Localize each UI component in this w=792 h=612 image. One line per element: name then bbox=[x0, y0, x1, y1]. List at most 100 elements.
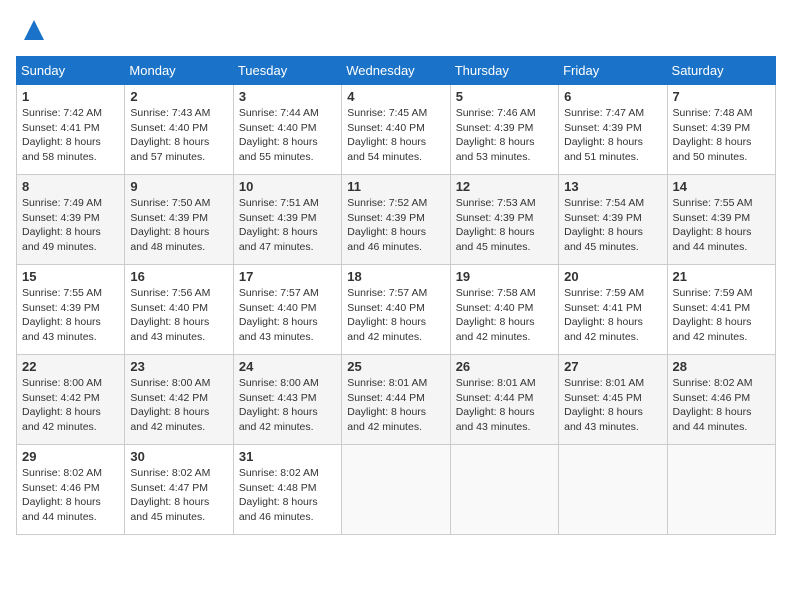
day-number: 10 bbox=[239, 179, 336, 194]
calendar-cell: 23 Sunrise: 8:00 AMSunset: 4:42 PMDaylig… bbox=[125, 355, 233, 445]
column-header-sunday: Sunday bbox=[17, 57, 125, 85]
calendar-cell: 19 Sunrise: 7:58 AMSunset: 4:40 PMDaylig… bbox=[450, 265, 558, 355]
calendar-cell: 26 Sunrise: 8:01 AMSunset: 4:44 PMDaylig… bbox=[450, 355, 558, 445]
calendar-cell: 16 Sunrise: 7:56 AMSunset: 4:40 PMDaylig… bbox=[125, 265, 233, 355]
day-number: 8 bbox=[22, 179, 119, 194]
calendar-cell: 14 Sunrise: 7:55 AMSunset: 4:39 PMDaylig… bbox=[667, 175, 775, 265]
day-number: 6 bbox=[564, 89, 661, 104]
calendar-cell bbox=[450, 445, 558, 535]
day-info: Sunrise: 8:02 AMSunset: 4:46 PMDaylight:… bbox=[22, 467, 102, 523]
calendar-cell: 5 Sunrise: 7:46 AMSunset: 4:39 PMDayligh… bbox=[450, 85, 558, 175]
day-info: Sunrise: 7:50 AMSunset: 4:39 PMDaylight:… bbox=[130, 197, 210, 253]
calendar-cell: 8 Sunrise: 7:49 AMSunset: 4:39 PMDayligh… bbox=[17, 175, 125, 265]
day-info: Sunrise: 7:46 AMSunset: 4:39 PMDaylight:… bbox=[456, 107, 536, 163]
calendar-cell: 6 Sunrise: 7:47 AMSunset: 4:39 PMDayligh… bbox=[559, 85, 667, 175]
calendar-cell: 13 Sunrise: 7:54 AMSunset: 4:39 PMDaylig… bbox=[559, 175, 667, 265]
calendar-cell: 15 Sunrise: 7:55 AMSunset: 4:39 PMDaylig… bbox=[17, 265, 125, 355]
day-info: Sunrise: 7:51 AMSunset: 4:39 PMDaylight:… bbox=[239, 197, 319, 253]
day-info: Sunrise: 7:53 AMSunset: 4:39 PMDaylight:… bbox=[456, 197, 536, 253]
calendar-cell: 2 Sunrise: 7:43 AMSunset: 4:40 PMDayligh… bbox=[125, 85, 233, 175]
day-number: 3 bbox=[239, 89, 336, 104]
day-number: 18 bbox=[347, 269, 444, 284]
calendar-cell: 30 Sunrise: 8:02 AMSunset: 4:47 PMDaylig… bbox=[125, 445, 233, 535]
day-info: Sunrise: 7:54 AMSunset: 4:39 PMDaylight:… bbox=[564, 197, 644, 253]
calendar-cell: 17 Sunrise: 7:57 AMSunset: 4:40 PMDaylig… bbox=[233, 265, 341, 355]
day-number: 23 bbox=[130, 359, 227, 374]
calendar-cell: 10 Sunrise: 7:51 AMSunset: 4:39 PMDaylig… bbox=[233, 175, 341, 265]
day-number: 13 bbox=[564, 179, 661, 194]
column-header-friday: Friday bbox=[559, 57, 667, 85]
day-info: Sunrise: 8:00 AMSunset: 4:43 PMDaylight:… bbox=[239, 377, 319, 433]
day-number: 16 bbox=[130, 269, 227, 284]
calendar-cell: 11 Sunrise: 7:52 AMSunset: 4:39 PMDaylig… bbox=[342, 175, 450, 265]
day-number: 7 bbox=[673, 89, 770, 104]
day-number: 21 bbox=[673, 269, 770, 284]
day-number: 5 bbox=[456, 89, 553, 104]
day-number: 19 bbox=[456, 269, 553, 284]
calendar-cell: 31 Sunrise: 8:02 AMSunset: 4:48 PMDaylig… bbox=[233, 445, 341, 535]
day-info: Sunrise: 8:01 AMSunset: 4:44 PMDaylight:… bbox=[456, 377, 536, 433]
day-number: 12 bbox=[456, 179, 553, 194]
day-number: 20 bbox=[564, 269, 661, 284]
day-number: 1 bbox=[22, 89, 119, 104]
day-number: 25 bbox=[347, 359, 444, 374]
day-info: Sunrise: 7:56 AMSunset: 4:40 PMDaylight:… bbox=[130, 287, 210, 343]
day-info: Sunrise: 7:47 AMSunset: 4:39 PMDaylight:… bbox=[564, 107, 644, 163]
day-number: 9 bbox=[130, 179, 227, 194]
day-number: 29 bbox=[22, 449, 119, 464]
calendar-cell: 25 Sunrise: 8:01 AMSunset: 4:44 PMDaylig… bbox=[342, 355, 450, 445]
day-info: Sunrise: 8:02 AMSunset: 4:46 PMDaylight:… bbox=[673, 377, 753, 433]
day-info: Sunrise: 8:00 AMSunset: 4:42 PMDaylight:… bbox=[22, 377, 102, 433]
day-info: Sunrise: 7:43 AMSunset: 4:40 PMDaylight:… bbox=[130, 107, 210, 163]
calendar-cell: 27 Sunrise: 8:01 AMSunset: 4:45 PMDaylig… bbox=[559, 355, 667, 445]
calendar-cell: 18 Sunrise: 7:57 AMSunset: 4:40 PMDaylig… bbox=[342, 265, 450, 355]
calendar-week-row: 8 Sunrise: 7:49 AMSunset: 4:39 PMDayligh… bbox=[17, 175, 776, 265]
calendar-week-row: 29 Sunrise: 8:02 AMSunset: 4:46 PMDaylig… bbox=[17, 445, 776, 535]
calendar-cell: 9 Sunrise: 7:50 AMSunset: 4:39 PMDayligh… bbox=[125, 175, 233, 265]
page-header bbox=[16, 16, 776, 44]
day-number: 26 bbox=[456, 359, 553, 374]
calendar-cell bbox=[559, 445, 667, 535]
day-number: 4 bbox=[347, 89, 444, 104]
calendar-cell: 3 Sunrise: 7:44 AMSunset: 4:40 PMDayligh… bbox=[233, 85, 341, 175]
calendar-cell: 1 Sunrise: 7:42 AMSunset: 4:41 PMDayligh… bbox=[17, 85, 125, 175]
day-info: Sunrise: 7:48 AMSunset: 4:39 PMDaylight:… bbox=[673, 107, 753, 163]
day-number: 27 bbox=[564, 359, 661, 374]
day-info: Sunrise: 7:55 AMSunset: 4:39 PMDaylight:… bbox=[22, 287, 102, 343]
day-number: 11 bbox=[347, 179, 444, 194]
logo bbox=[16, 16, 48, 44]
day-number: 22 bbox=[22, 359, 119, 374]
logo-icon bbox=[20, 16, 48, 44]
calendar-week-row: 22 Sunrise: 8:00 AMSunset: 4:42 PMDaylig… bbox=[17, 355, 776, 445]
calendar-week-row: 1 Sunrise: 7:42 AMSunset: 4:41 PMDayligh… bbox=[17, 85, 776, 175]
calendar-cell: 7 Sunrise: 7:48 AMSunset: 4:39 PMDayligh… bbox=[667, 85, 775, 175]
day-number: 28 bbox=[673, 359, 770, 374]
day-number: 24 bbox=[239, 359, 336, 374]
day-info: Sunrise: 7:57 AMSunset: 4:40 PMDaylight:… bbox=[239, 287, 319, 343]
calendar-header-row: SundayMondayTuesdayWednesdayThursdayFrid… bbox=[17, 57, 776, 85]
calendar-week-row: 15 Sunrise: 7:55 AMSunset: 4:39 PMDaylig… bbox=[17, 265, 776, 355]
day-number: 14 bbox=[673, 179, 770, 194]
calendar-cell: 20 Sunrise: 7:59 AMSunset: 4:41 PMDaylig… bbox=[559, 265, 667, 355]
calendar-cell: 22 Sunrise: 8:00 AMSunset: 4:42 PMDaylig… bbox=[17, 355, 125, 445]
day-info: Sunrise: 7:58 AMSunset: 4:40 PMDaylight:… bbox=[456, 287, 536, 343]
day-number: 17 bbox=[239, 269, 336, 284]
calendar-cell: 21 Sunrise: 7:59 AMSunset: 4:41 PMDaylig… bbox=[667, 265, 775, 355]
day-info: Sunrise: 8:01 AMSunset: 4:45 PMDaylight:… bbox=[564, 377, 644, 433]
calendar-table: SundayMondayTuesdayWednesdayThursdayFrid… bbox=[16, 56, 776, 535]
day-info: Sunrise: 8:02 AMSunset: 4:47 PMDaylight:… bbox=[130, 467, 210, 523]
day-number: 31 bbox=[239, 449, 336, 464]
day-info: Sunrise: 8:00 AMSunset: 4:42 PMDaylight:… bbox=[130, 377, 210, 433]
day-info: Sunrise: 8:01 AMSunset: 4:44 PMDaylight:… bbox=[347, 377, 427, 433]
day-info: Sunrise: 7:59 AMSunset: 4:41 PMDaylight:… bbox=[564, 287, 644, 343]
day-info: Sunrise: 8:02 AMSunset: 4:48 PMDaylight:… bbox=[239, 467, 319, 523]
column-header-monday: Monday bbox=[125, 57, 233, 85]
day-info: Sunrise: 7:55 AMSunset: 4:39 PMDaylight:… bbox=[673, 197, 753, 253]
column-header-tuesday: Tuesday bbox=[233, 57, 341, 85]
calendar-cell: 24 Sunrise: 8:00 AMSunset: 4:43 PMDaylig… bbox=[233, 355, 341, 445]
day-number: 15 bbox=[22, 269, 119, 284]
day-info: Sunrise: 7:57 AMSunset: 4:40 PMDaylight:… bbox=[347, 287, 427, 343]
calendar-cell: 28 Sunrise: 8:02 AMSunset: 4:46 PMDaylig… bbox=[667, 355, 775, 445]
column-header-saturday: Saturday bbox=[667, 57, 775, 85]
calendar-cell: 29 Sunrise: 8:02 AMSunset: 4:46 PMDaylig… bbox=[17, 445, 125, 535]
